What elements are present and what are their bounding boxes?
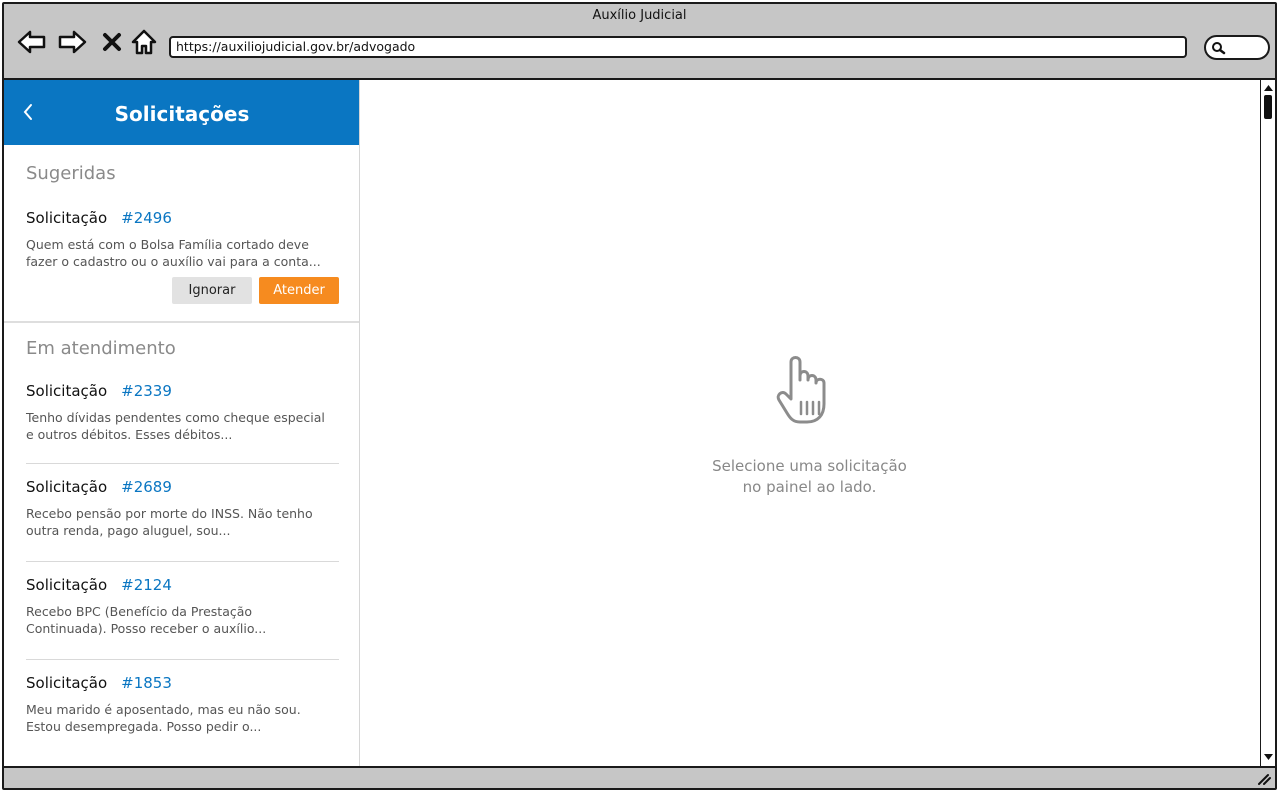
request-label: Solicitação — [26, 674, 108, 692]
request-card-2689[interactable]: Solicitação #2689 Recebo pensão por morte… — [26, 477, 339, 539]
scroll-down-icon[interactable] — [1263, 752, 1274, 762]
url-field[interactable]: https://auxiliojudicial.gov.br/advogado — [169, 36, 1187, 58]
request-description: Meu marido é aposentado, mas eu não sou.… — [26, 702, 301, 734]
request-id: #2496 — [121, 209, 172, 227]
request-heading: Solicitação #2124 — [26, 575, 339, 595]
back-arrow-icon[interactable] — [16, 26, 48, 58]
request-id: #2124 — [121, 576, 172, 594]
request-id: #2339 — [121, 382, 172, 400]
scroll-thumb[interactable] — [1264, 95, 1272, 119]
request-description: Recebo pensão por morte do INSS. Não ten… — [26, 506, 313, 538]
request-card-2339[interactable]: Solicitação #2339 Tenho dívidas pendentes… — [26, 381, 339, 443]
request-id: #2689 — [121, 478, 172, 496]
suggested-section-label: Sugeridas — [26, 163, 116, 184]
request-description: Quem está com o Bolsa Família cortado de… — [26, 237, 321, 269]
scroll-up-icon[interactable] — [1263, 83, 1274, 93]
request-label: Solicitação — [26, 382, 108, 400]
ignore-button[interactable]: Ignorar — [172, 277, 252, 304]
forward-arrow-icon[interactable] — [56, 26, 88, 58]
request-label: Solicitação — [26, 576, 108, 594]
request-id: #1853 — [121, 674, 172, 692]
section-divider — [4, 321, 359, 323]
request-heading: Solicitação #2496 — [26, 208, 339, 228]
list-divider — [26, 561, 339, 562]
browser-window: Auxílio Judicial https://auxiliojudicial… — [2, 2, 1277, 790]
sidebar-header: Solicitações — [4, 80, 359, 145]
sidebar-title: Solicitações — [114, 102, 250, 126]
search-icon — [1212, 42, 1226, 55]
request-heading: Solicitação #1853 — [26, 673, 339, 693]
request-heading: Solicitação #2689 — [26, 477, 339, 497]
search-field[interactable] — [1204, 35, 1270, 60]
in-progress-section-label: Em atendimento — [26, 338, 176, 359]
list-divider — [26, 463, 339, 464]
request-card-2124[interactable]: Solicitação #2124 Recebo BPC (Benefício d… — [26, 575, 339, 637]
close-icon[interactable] — [96, 26, 128, 58]
page-content: Solicitações Sugeridas Solicitação #2496 … — [4, 80, 1275, 766]
request-description: Tenho dívidas pendentes como cheque espe… — [26, 410, 325, 442]
request-description: Recebo BPC (Benefício da Prestação Conti… — [26, 604, 267, 636]
request-card-1853[interactable]: Solicitação #1853 Meu marido é aposentado… — [26, 673, 339, 735]
status-bar — [4, 766, 1275, 788]
browser-titlebar: Auxílio Judicial https://auxiliojudicial… — [4, 4, 1275, 80]
request-label: Solicitação — [26, 478, 108, 496]
vertical-scrollbar[interactable] — [1260, 80, 1275, 766]
pointer-hand-icon — [776, 356, 826, 424]
list-divider — [26, 659, 339, 660]
home-icon[interactable] — [128, 26, 160, 58]
window-title: Auxílio Judicial — [592, 8, 687, 23]
detail-panel: Selecione uma solicitação no painel ao l… — [361, 80, 1258, 766]
attend-button[interactable]: Atender — [259, 277, 339, 304]
requests-sidebar: Solicitações Sugeridas Solicitação #2496 … — [4, 80, 360, 766]
suggested-request-card[interactable]: Solicitação #2496 Quem está com o Bolsa F… — [26, 208, 339, 270]
resize-grip-icon[interactable] — [1257, 773, 1271, 785]
request-heading: Solicitação #2339 — [26, 381, 339, 401]
request-label: Solicitação — [26, 209, 108, 227]
empty-state-message: Selecione uma solicitação no painel ao l… — [712, 457, 907, 496]
